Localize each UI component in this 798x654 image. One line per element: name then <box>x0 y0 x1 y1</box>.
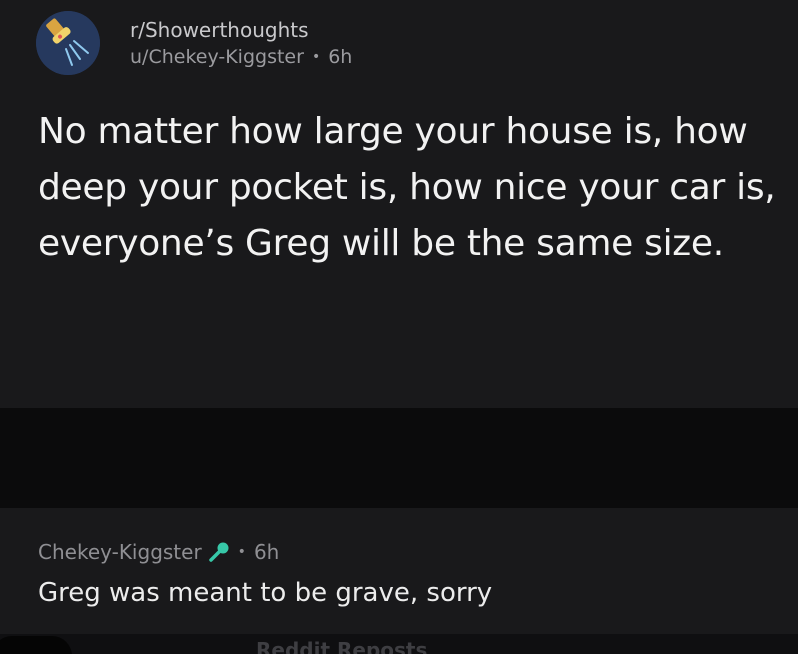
comment-card[interactable]: Chekey-Kiggster • 6h Greg was meant to b… <box>0 508 798 654</box>
page: r/Showerthoughts u/Chekey-Kiggster • 6h … <box>0 0 798 654</box>
footer-avatar <box>0 636 72 654</box>
post-byline: u/Chekey-Kiggster • 6h <box>130 46 352 68</box>
post-author[interactable]: u/Chekey-Kiggster <box>130 46 304 68</box>
comment-meta: Chekey-Kiggster • 6h <box>38 540 279 564</box>
comment-separator: • <box>237 544 246 560</box>
post-title[interactable]: No matter how large your house is, how d… <box>38 104 778 272</box>
footer-watermark: Reddit Reposts <box>256 638 428 654</box>
post-meta: r/Showerthoughts u/Chekey-Kiggster • 6h <box>130 18 352 68</box>
section-divider <box>0 408 798 508</box>
subreddit-name[interactable]: r/Showerthoughts <box>130 18 352 42</box>
comment-age: 6h <box>253 540 280 564</box>
subreddit-avatar[interactable] <box>36 11 100 75</box>
post-age: 6h <box>328 46 353 68</box>
shower-head-icon <box>36 11 100 75</box>
microphone-icon <box>208 541 230 563</box>
comment-body: Greg was meant to be grave, sorry <box>38 578 493 608</box>
byline-separator: • <box>311 49 321 65</box>
post-header: r/Showerthoughts u/Chekey-Kiggster • 6h <box>36 8 352 78</box>
post-card[interactable]: r/Showerthoughts u/Chekey-Kiggster • 6h … <box>0 0 798 408</box>
comment-author[interactable]: Chekey-Kiggster <box>38 540 202 564</box>
